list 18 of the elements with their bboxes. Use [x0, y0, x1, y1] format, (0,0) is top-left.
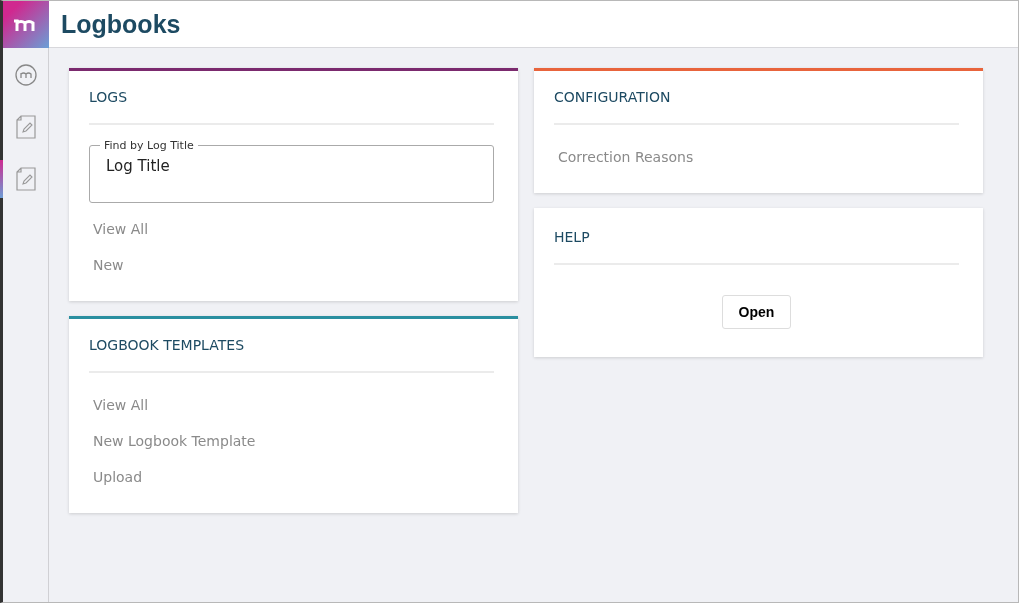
- app-logo[interactable]: [3, 1, 49, 48]
- menu-link[interactable]: View All: [89, 211, 494, 247]
- logo-circle-icon: [14, 64, 37, 86]
- card-title: LOGS: [89, 71, 494, 125]
- card-title: HELP: [554, 211, 959, 265]
- menu-link[interactable]: View All: [89, 387, 494, 423]
- menu-link[interactable]: Upload: [89, 459, 494, 495]
- menu-link[interactable]: New Logbook Template: [89, 423, 494, 459]
- search-input[interactable]: Log Title: [104, 156, 483, 176]
- page-title: Logbooks: [61, 9, 181, 39]
- document-edit-icon: [15, 115, 36, 139]
- search-field[interactable]: Find by Log Title Log Title: [89, 139, 494, 203]
- card-title: CONFIGURATION: [554, 71, 959, 125]
- document-edit-icon: [15, 167, 36, 191]
- open-button[interactable]: Open: [721, 295, 792, 329]
- menu-link[interactable]: New: [89, 247, 494, 283]
- card-title: LOGBOOK TEMPLATES: [89, 319, 494, 373]
- menu-link[interactable]: Correction Reasons: [554, 139, 959, 175]
